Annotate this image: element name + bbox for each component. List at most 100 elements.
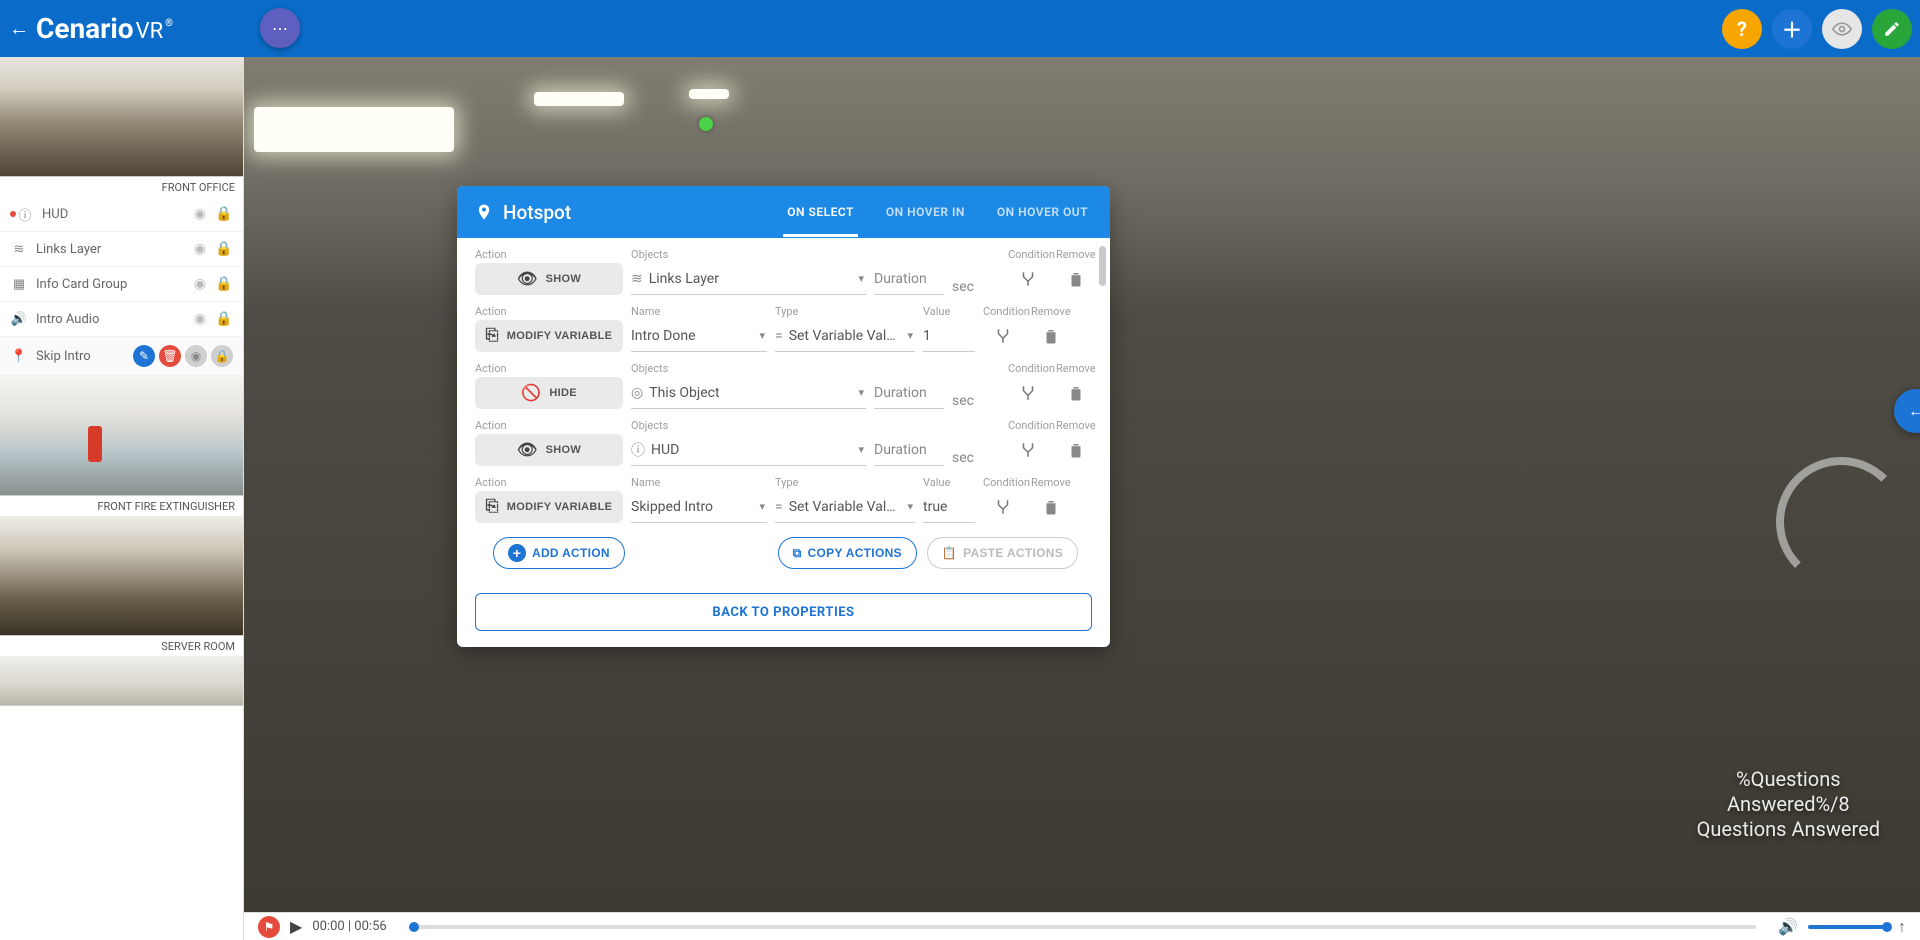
brand-name: Cenario	[36, 12, 134, 45]
col-label: Action	[475, 419, 623, 432]
lock-icon[interactable]: 🔒	[211, 345, 233, 367]
help-button[interactable]: ?	[1722, 9, 1762, 49]
back-to-properties-button[interactable]: BACK TO PROPERTIES	[475, 593, 1092, 631]
hud-line: %Questions	[1697, 767, 1880, 792]
copy-actions-button[interactable]: ⧉COPY ACTIONS	[778, 537, 917, 569]
duration-input[interactable]: Duration	[874, 377, 944, 409]
layer-label: Intro Audio	[36, 312, 191, 327]
edit-button[interactable]	[1872, 9, 1912, 49]
col-label: Condition	[1008, 419, 1048, 432]
delete-icon[interactable]: 🗑	[159, 345, 181, 367]
plus-icon: +	[508, 544, 526, 562]
remove-button[interactable]	[1056, 263, 1096, 295]
action-type-button[interactable]: ⎘MODIFY VARIABLE	[475, 491, 623, 523]
add-action-label: ADD ACTION	[532, 546, 610, 560]
scene-card[interactable]: FRONT OFFICE	[0, 57, 243, 197]
tab-on-select[interactable]: ON SELECT	[783, 187, 858, 237]
type-select[interactable]: =Set Variable Val…▾	[775, 491, 915, 523]
remove-button[interactable]	[1056, 377, 1096, 409]
object-select[interactable]: ⓘHUD▾	[631, 434, 866, 466]
lock-icon[interactable]: 🔒	[215, 240, 233, 258]
action-type-button[interactable]: 🚫HIDE	[475, 377, 623, 409]
scene-card[interactable]: SERVER ROOM	[0, 516, 243, 656]
preview-toggle[interactable]	[1822, 9, 1862, 49]
action-type-button[interactable]: ⎘MODIFY VARIABLE	[475, 320, 623, 352]
object-select[interactable]: ◎This Object▾	[631, 377, 866, 409]
col-label: Value	[923, 476, 975, 489]
lock-icon[interactable]: 🔒	[215, 310, 233, 328]
visibility-icon[interactable]: ◉	[191, 310, 209, 328]
scene-thumbnail[interactable]	[0, 57, 243, 177]
condition-button[interactable]	[983, 320, 1023, 352]
scene-card[interactable]: FRONT FIRE EXTINGUISHER	[0, 376, 243, 516]
scene-thumbnail[interactable]	[0, 516, 243, 636]
tab-on-hover-in[interactable]: ON HOVER IN	[882, 187, 969, 237]
col-label: Objects	[631, 248, 866, 261]
visibility-icon[interactable]: ◉	[185, 345, 207, 367]
volume-icon[interactable]: 🔊	[1778, 917, 1798, 936]
dialog-body: Action 👁SHOW Objects ≋Links Layer▾ Durat…	[457, 238, 1110, 583]
context-menu-button[interactable]: ⋯	[260, 8, 300, 48]
grid-icon: ▦	[10, 275, 28, 293]
copy-icon: ⧉	[793, 546, 802, 561]
layer-row-hud[interactable]: ⓘ HUD ◉🔒	[0, 197, 243, 232]
duration-input[interactable]: Duration	[874, 263, 944, 295]
condition-button[interactable]	[1008, 263, 1048, 295]
name-select[interactable]: Intro Done▾	[631, 320, 767, 352]
remove-button[interactable]	[1031, 320, 1071, 352]
paste-actions-button: 📋PASTE ACTIONS	[927, 537, 1078, 569]
remove-button[interactable]	[1056, 434, 1096, 466]
value-input[interactable]: 1	[923, 320, 975, 352]
layer-row-audio[interactable]: 🔊 Intro Audio ◉🔒	[0, 302, 243, 337]
scene-thumbnail[interactable]	[0, 656, 243, 706]
timeline-thumb[interactable]	[409, 922, 419, 932]
scene-sidebar[interactable]: FRONT OFFICE ⓘ HUD ◉🔒 ≋ Links Layer ◉🔒 ▦…	[0, 57, 244, 940]
timeline-track[interactable]	[409, 925, 1756, 929]
layer-row-skip-intro[interactable]: 📍 Skip Intro ✎ 🗑 ◉ 🔒	[0, 337, 243, 376]
condition-button[interactable]	[1008, 434, 1048, 466]
name-select[interactable]: Skipped Intro▾	[631, 491, 767, 523]
action-type-button[interactable]: 👁SHOW	[475, 434, 623, 466]
add-button[interactable]: ＋	[1772, 9, 1812, 49]
condition-button[interactable]	[983, 491, 1023, 523]
edit-pencil-icon[interactable]: ✎	[133, 345, 155, 367]
hud-text-overlay: %Questions Answered%/8 Questions Answere…	[1697, 767, 1880, 842]
visibility-icon[interactable]: ◉	[191, 205, 209, 223]
object-select[interactable]: ≋Links Layer▾	[631, 263, 866, 295]
back-button[interactable]: ←	[8, 16, 30, 41]
layer-row-infocard[interactable]: ▦ Info Card Group ◉ 🔒	[0, 267, 243, 302]
action-type-button[interactable]: 👁SHOW	[475, 263, 623, 295]
lock-icon[interactable]: 🔒	[215, 205, 233, 223]
play-button[interactable]: ▶	[290, 917, 302, 936]
volume-thumb[interactable]	[1882, 922, 1892, 932]
object-value: This Object	[649, 385, 719, 401]
value-input[interactable]: true	[923, 491, 975, 523]
volume-track[interactable]	[1808, 925, 1888, 929]
scene-card[interactable]	[0, 656, 243, 706]
tab-on-hover-out[interactable]: ON HOVER OUT	[993, 187, 1092, 237]
layer-row-links[interactable]: ≋ Links Layer ◉🔒	[0, 232, 243, 267]
scrollbar[interactable]	[1099, 246, 1106, 286]
unit-label: sec	[952, 450, 1000, 466]
col-label: Type	[775, 476, 915, 489]
lock-icon[interactable]: 🔒	[215, 275, 233, 293]
remove-button[interactable]	[1031, 491, 1071, 523]
condition-button[interactable]	[1008, 377, 1048, 409]
pin-icon: 📍	[10, 347, 28, 365]
hud-line: Questions Answered	[1697, 817, 1880, 842]
layer-label: Info Card Group	[36, 277, 191, 292]
topbar-actions: ? ＋	[1722, 9, 1912, 49]
next-scene-button[interactable]: ←	[1894, 389, 1920, 433]
info-icon: ⓘ	[16, 205, 34, 223]
col-label: Name	[631, 305, 767, 318]
scroll-top-button[interactable]: ↑	[1898, 917, 1906, 937]
type-select[interactable]: =Set Variable Val…▾	[775, 320, 915, 352]
visibility-icon[interactable]: ◉	[191, 275, 209, 293]
anchor-handle[interactable]	[699, 117, 713, 131]
ceiling-light	[534, 92, 624, 106]
add-action-button[interactable]: + ADD ACTION	[493, 537, 625, 569]
duration-input[interactable]: Duration	[874, 434, 944, 466]
visibility-icon[interactable]: ◉	[191, 240, 209, 258]
scene-thumbnail[interactable]	[0, 376, 243, 496]
flag-marker[interactable]: ⚑	[258, 916, 280, 938]
